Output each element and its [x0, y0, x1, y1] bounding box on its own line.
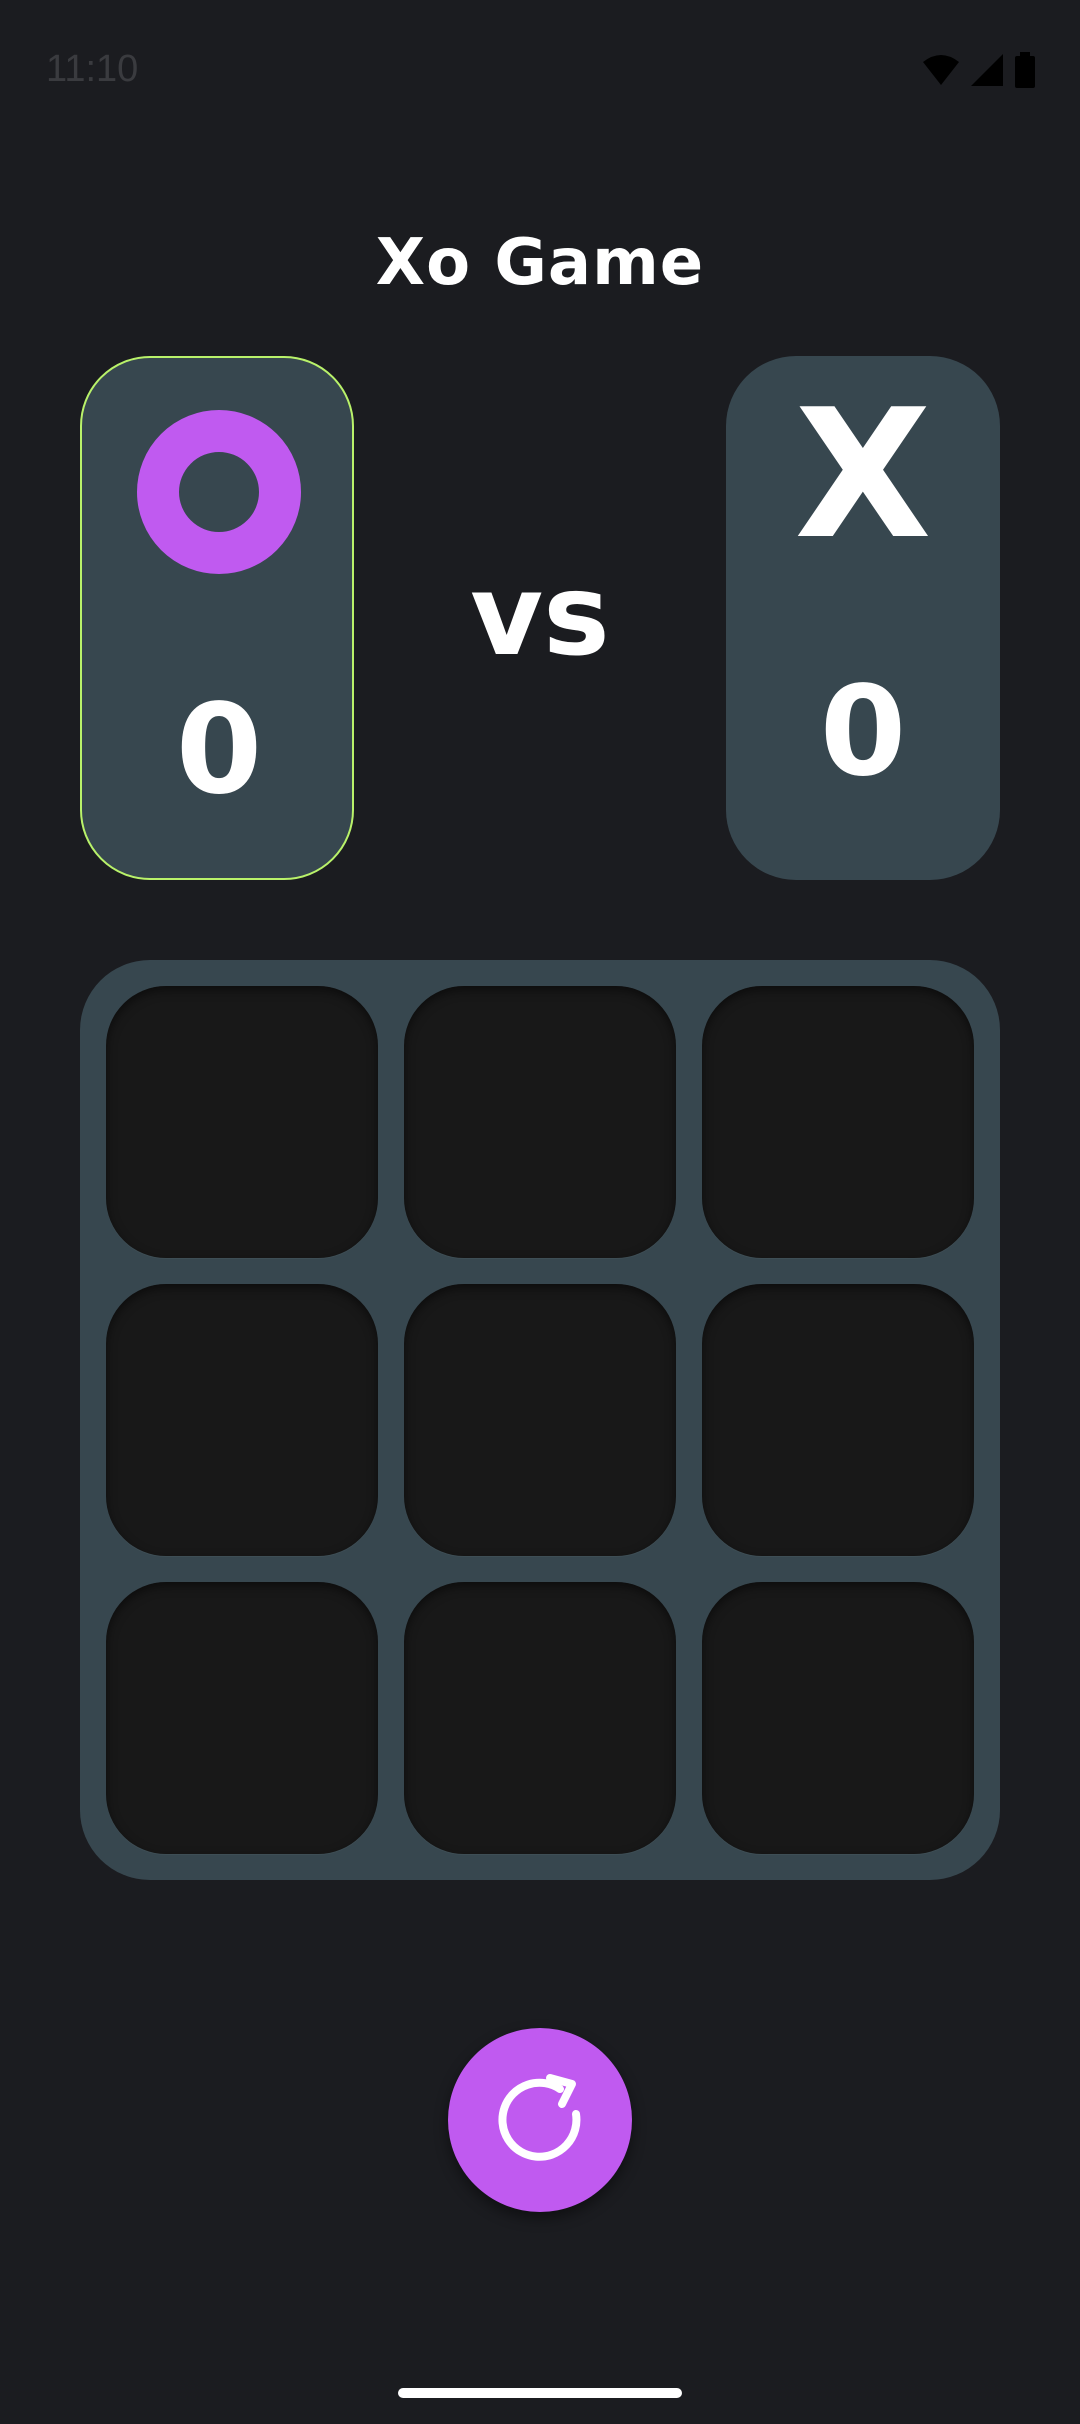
player-x-card: X 0 — [726, 356, 1000, 880]
board-cell-8[interactable] — [404, 1582, 676, 1854]
board-cell-3[interactable] — [702, 986, 974, 1258]
board-cell-6[interactable] — [702, 1284, 974, 1556]
wifi-icon — [922, 54, 960, 86]
cellular-signal-icon — [970, 53, 1004, 87]
status-time: 11:10 — [46, 48, 139, 90]
board-cell-7[interactable] — [106, 1582, 378, 1854]
player-o-card: 0 — [80, 356, 354, 880]
status-icons — [922, 52, 1036, 88]
x-symbol-icon: X — [794, 371, 932, 578]
page-title: Xo Game — [375, 226, 705, 300]
board-cell-5[interactable] — [404, 1284, 676, 1556]
player-x-score: 0 — [819, 660, 907, 804]
player-o-score: 0 — [175, 678, 263, 822]
board-cell-9[interactable] — [702, 1582, 974, 1854]
game-board — [80, 960, 1000, 1880]
board-cell-2[interactable] — [404, 986, 676, 1258]
restart-icon — [498, 2074, 581, 2161]
restart-button[interactable] — [448, 2028, 632, 2212]
board-cell-4[interactable] — [106, 1284, 378, 1556]
status-bar: 11:10 — [0, 0, 1080, 140]
o-symbol-icon — [137, 410, 301, 574]
board-cell-1[interactable] — [106, 986, 378, 1258]
battery-icon — [1014, 52, 1036, 88]
home-indicator[interactable] — [398, 2388, 682, 2398]
versus-label: vs — [470, 551, 610, 681]
